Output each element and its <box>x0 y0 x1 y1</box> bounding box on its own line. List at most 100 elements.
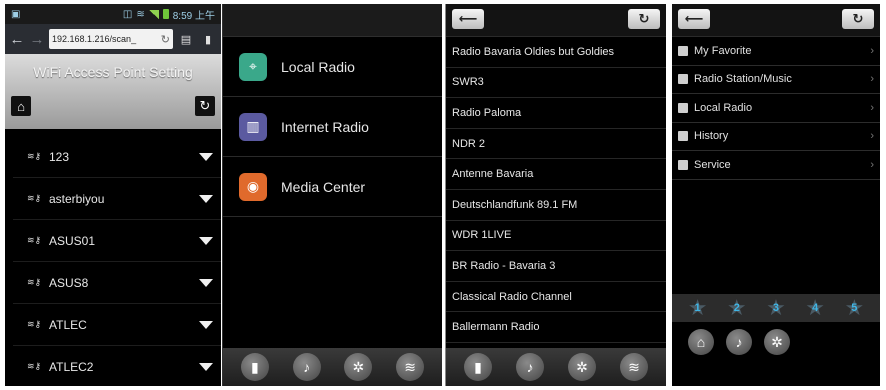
home-tab-button[interactable]: ▮ <box>240 353 269 381</box>
refresh-icon: ↻ <box>199 98 211 113</box>
main-menu-panel: ⌖ Local Radio ▥ Internet Radio ◉ Media C… <box>222 4 442 386</box>
preset-number: 4 <box>812 302 819 314</box>
settings-tab-button[interactable]: ✲ <box>568 353 596 381</box>
network-name: ASUS8 <box>49 275 89 290</box>
settings-tab-button[interactable]: ✲ <box>764 329 790 355</box>
wifi-network-row[interactable]: ≋⚷ ASUS01 <box>13 220 221 262</box>
bookmark-icon[interactable]: ▮ <box>199 30 217 48</box>
menu-item-label: Service <box>694 158 731 171</box>
home-button[interactable]: ⌂ <box>11 96 31 116</box>
wifi-lock-icon: ≋⚷ <box>27 193 42 203</box>
station-list: Radio Bavaria Oldies but Goldies SWR3 Ra… <box>446 37 666 343</box>
bottom-tab-bar: ⌂ ♪ ✲ <box>672 324 880 360</box>
mute-icon: ◫ <box>122 8 133 20</box>
home-icon: ▮ <box>251 358 259 375</box>
station-item[interactable]: Radio Bavaria Oldies but Goldies <box>446 37 666 68</box>
favorite-icon <box>678 45 688 56</box>
wifi-network-row[interactable]: ≋⚷ ATLEC <box>13 304 221 346</box>
wifi-header: WiFi Access Point Setting ⌂ ↻ <box>5 54 221 129</box>
dropdown-arrow-icon[interactable] <box>199 152 213 161</box>
preset-button-2[interactable]: ★ 2 <box>724 295 750 320</box>
chevron-right-icon: › <box>870 130 874 143</box>
menu-item-service[interactable]: Service › <box>672 151 880 180</box>
wifi-icon: ≋ <box>404 358 416 375</box>
station-item[interactable]: Antenne Bavaria <box>446 159 666 190</box>
station-item[interactable]: WDR 1LIVE <box>446 221 666 252</box>
wifi-network-row[interactable]: ≋⚷ ATLEC2 <box>13 346 221 386</box>
menu-item-local-radio[interactable]: ⌖ Local Radio <box>223 37 442 97</box>
wifi-network-row[interactable]: ≋⚷ 123 <box>13 136 221 178</box>
wifi-lock-icon: ≋⚷ <box>27 319 42 329</box>
preset-number: 5 <box>851 302 858 314</box>
dropdown-arrow-icon[interactable] <box>199 236 213 245</box>
notification-icon: ▣ <box>11 8 21 20</box>
back-arrow-icon: ⟵ <box>458 11 478 26</box>
station-item[interactable]: Deutschlandfunk 89.1 FM <box>446 190 666 221</box>
refresh-button[interactable]: ↻ <box>628 9 660 29</box>
preset-button-3[interactable]: ★ 3 <box>763 295 789 320</box>
menu-item-internet-radio[interactable]: ▥ Internet Radio <box>223 97 442 157</box>
chevron-right-icon: › <box>870 73 874 86</box>
wifi-lock-icon: ≋⚷ <box>27 235 42 245</box>
station-item[interactable]: Radio Paloma <box>446 98 666 129</box>
browser-forward-icon[interactable]: → <box>29 31 45 48</box>
url-field[interactable]: 192.168.1.216/scan_ ↻ <box>49 29 173 49</box>
home-tab-button[interactable]: ▮ <box>464 353 492 381</box>
url-text: 192.168.1.216/scan_ <box>52 34 137 44</box>
home-icon: ⌂ <box>696 334 706 350</box>
refresh-button[interactable]: ↻ <box>842 9 874 29</box>
station-item[interactable]: Ballermann Radio <box>446 312 666 343</box>
wifi-tab-button[interactable]: ≋ <box>396 353 425 381</box>
source-menu-list: My Favorite › Radio Station/Music › Loca… <box>672 37 880 180</box>
radio-icon <box>678 102 688 113</box>
preset-button-1[interactable]: ★ 1 <box>685 295 711 320</box>
preset-button-4[interactable]: ★ 4 <box>802 295 828 320</box>
dropdown-arrow-icon[interactable] <box>199 362 213 371</box>
tabs-icon[interactable]: ▤ <box>177 30 195 48</box>
network-name: ATLEC2 <box>49 359 94 374</box>
browser-back-icon[interactable]: ← <box>9 31 25 48</box>
back-button[interactable]: ⟵ <box>452 9 484 29</box>
station-item[interactable]: SWR3 <box>446 68 666 99</box>
station-item[interactable]: BR Radio - Bavaria 3 <box>446 251 666 282</box>
network-name: ATLEC <box>49 317 87 332</box>
music-tab-button[interactable]: ♪ <box>516 353 544 381</box>
wifi-tab-button[interactable]: ≋ <box>620 353 648 381</box>
top-nav-bar: ⟵ ↻ <box>672 4 880 37</box>
menu-item-radio-station[interactable]: Radio Station/Music › <box>672 66 880 94</box>
network-name: asterbiyou <box>49 191 105 206</box>
music-note-icon: ♪ <box>303 359 311 375</box>
wifi-network-row[interactable]: ≋⚷ asterbiyou <box>13 178 221 220</box>
battery-icon <box>162 9 169 19</box>
menu-item-label: History <box>694 130 729 143</box>
wifi-lock-icon: ≋⚷ <box>27 361 42 371</box>
bottom-tab-bar: ▮ ♪ ✲ ≋ <box>223 348 442 386</box>
dropdown-arrow-icon[interactable] <box>199 320 213 329</box>
menu-item-media-center[interactable]: ◉ Media Center <box>223 157 442 217</box>
dropdown-arrow-icon[interactable] <box>199 194 213 203</box>
station-item[interactable]: Classical Radio Channel <box>446 282 666 313</box>
refresh-button[interactable]: ↻ <box>195 96 215 116</box>
wifi-network-row[interactable]: ≋⚷ ASUS8 <box>13 262 221 304</box>
settings-tab-button[interactable]: ✲ <box>344 353 373 381</box>
refresh-icon: ↻ <box>638 11 650 26</box>
menu-item-my-favorite[interactable]: My Favorite › <box>672 37 880 66</box>
disc-icon: ◉ <box>239 172 267 201</box>
home-icon: ⌂ <box>17 98 25 114</box>
menu-item-label: Radio Station/Music <box>694 73 792 86</box>
home-icon: ▮ <box>474 358 482 375</box>
music-note-icon: ♪ <box>526 359 534 375</box>
back-button[interactable]: ⟵ <box>678 9 710 29</box>
home-tab-button[interactable]: ⌂ <box>688 329 714 355</box>
reload-icon[interactable]: ↻ <box>161 33 170 46</box>
dropdown-arrow-icon[interactable] <box>199 278 213 287</box>
gear-icon: ✲ <box>352 358 365 375</box>
station-item[interactable]: NDR 2 <box>446 129 666 160</box>
source-menu-panel: ⟵ ↻ My Favorite › Radio Station/Music › … <box>672 4 880 386</box>
menu-item-local-radio[interactable]: Local Radio › <box>672 94 880 123</box>
music-tab-button[interactable]: ♪ <box>726 329 752 355</box>
menu-item-history[interactable]: History › <box>672 123 880 151</box>
music-tab-button[interactable]: ♪ <box>292 353 321 381</box>
preset-button-5[interactable]: ★ 5 <box>841 295 867 320</box>
preset-number: 2 <box>733 302 740 314</box>
